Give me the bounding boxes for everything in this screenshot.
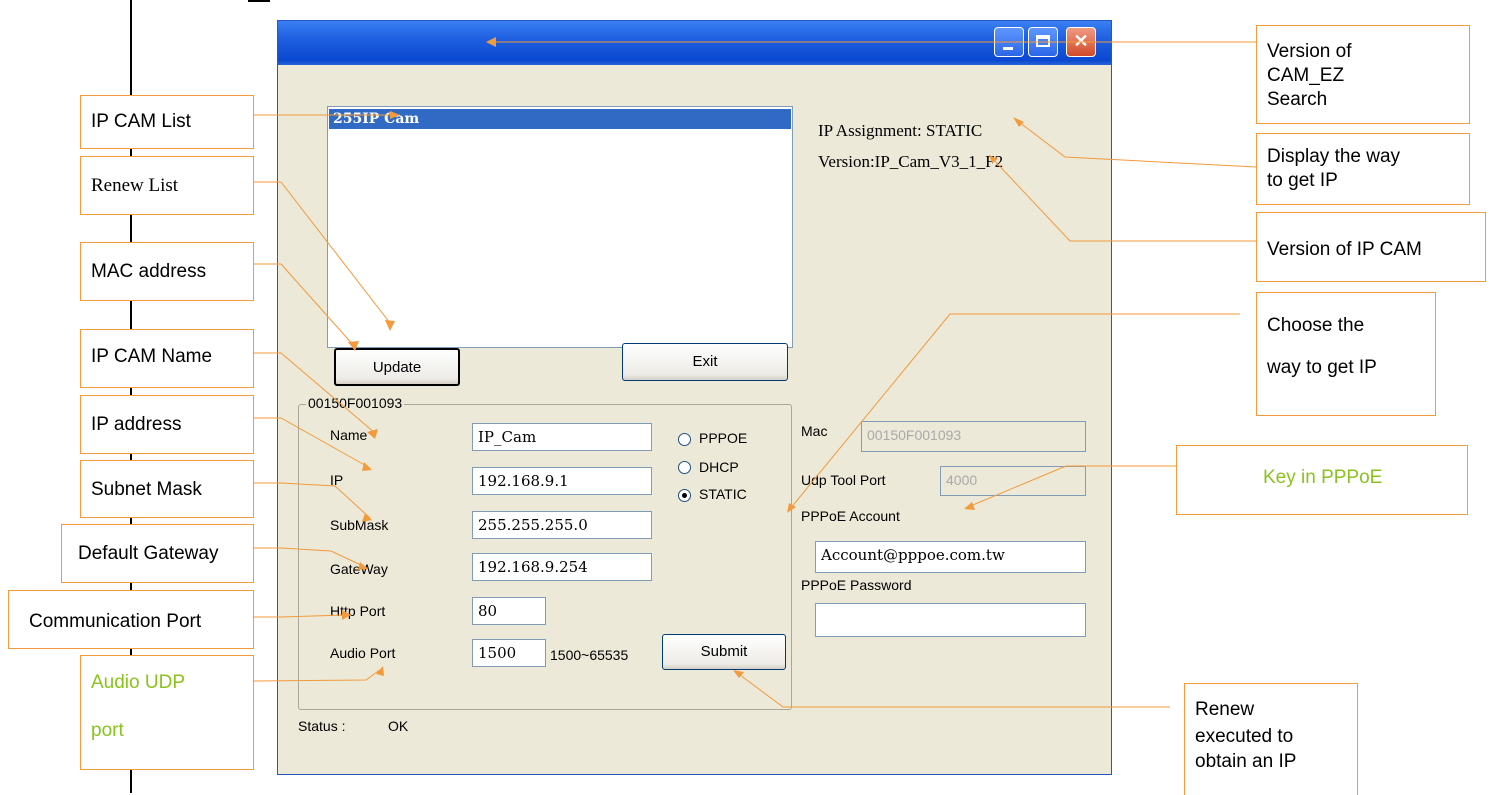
annotation-communication-port-text: Communication Port [29,611,202,632]
annotation-mac-address-text: MAC address [91,261,207,282]
annotation-display-way-line2: to get IP [1267,170,1338,191]
annotation-default-gateway: Default Gateway [61,524,254,583]
annotation-ip-cam-list-text: IP CAM List [91,111,191,132]
annotation-audio-udp-port: Audio UDP port [80,655,254,770]
annotation-ip-address: IP address [80,395,254,454]
annotation-version-cam-ez-line1: Version of [1267,41,1352,62]
annotation-version-cam-ez-line2: CAM_EZ [1267,65,1345,86]
annotation-renew-executed-line1: Renew [1195,699,1255,720]
annotation-audio-udp-port-line2: port [91,720,124,741]
annotation-version-ip-cam: Version of IP CAM [1256,212,1486,282]
annotation-subnet-mask-text: Subnet Mask [91,479,202,500]
annotation-renew-list-text: Renew List [91,175,179,196]
annotation-version-cam-ez-line3: Search [1267,89,1328,110]
annotation-ip-cam-name-text: IP CAM Name [91,346,213,367]
annotation-default-gateway-text: Default Gateway [78,543,219,564]
annotation-version-cam-ez: Version of CAM_EZ Search [1256,25,1470,124]
annotation-choose-way: Choose the way to get IP [1256,292,1436,416]
annotation-ip-cam-list: IP CAM List [80,95,254,149]
annotation-choose-way-line1: Choose the [1267,315,1365,336]
annotation-renew-executed-line2: executed to [1195,726,1294,747]
annotation-renew-executed-line3: obtain an IP [1195,751,1297,772]
annotation-display-way-line1: Display the way [1267,146,1401,167]
annotation-audio-udp-port-line1: Audio UDP [91,672,185,693]
annotation-choose-way-line2: way to get IP [1267,357,1377,378]
annotation-version-ip-cam-text: Version of IP CAM [1267,239,1422,260]
annotation-ip-cam-name: IP CAM Name [80,329,254,388]
annotation-key-in-pppoe: Key in PPPoE [1176,445,1468,515]
annotation-renew-list: Renew List [80,156,254,215]
annotation-key-in-pppoe-text: Key in PPPoE [1263,467,1383,488]
annotation-ip-address-text: IP address [91,414,182,435]
annotation-subnet-mask: Subnet Mask [80,460,254,518]
annotation-communication-port: Communication Port [8,590,254,649]
annotation-display-way: Display the way to get IP [1256,133,1470,205]
annotation-renew-executed: Renew executed to obtain an IP [1184,683,1358,795]
annotation-mac-address: MAC address [80,242,254,301]
